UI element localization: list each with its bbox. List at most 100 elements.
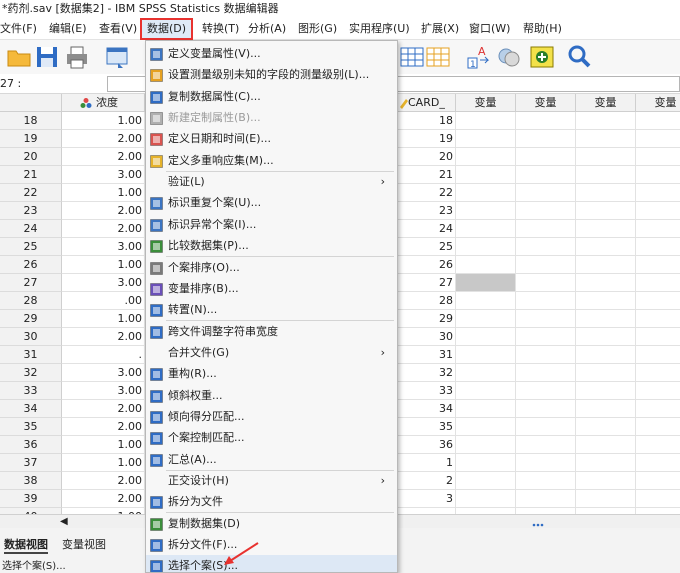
menu-item[interactable]: 复制数据集(D) xyxy=(146,513,397,534)
table-cell-card[interactable]: 32 xyxy=(398,364,456,382)
row-number[interactable]: 31 xyxy=(0,346,62,364)
table-cell-empty[interactable] xyxy=(516,436,576,454)
table-cell-empty[interactable] xyxy=(516,220,576,238)
table-cell-empty[interactable] xyxy=(636,472,680,490)
menu-view[interactable]: 查看(V) xyxy=(99,18,137,40)
menu-utilities[interactable]: 实用程序(U) xyxy=(349,18,410,40)
table-cell-card[interactable]: 30 xyxy=(398,328,456,346)
table-cell-empty[interactable] xyxy=(636,274,680,292)
table-cell-empty[interactable] xyxy=(456,382,516,400)
table-cell-empty[interactable] xyxy=(576,274,636,292)
table-cell-empty[interactable] xyxy=(576,292,636,310)
menu-edit[interactable]: 编辑(E) xyxy=(49,18,87,40)
table-cell-empty[interactable] xyxy=(456,490,516,508)
table-cell-empty[interactable] xyxy=(636,148,680,166)
table-cell-empty[interactable] xyxy=(636,400,680,418)
table-cell-card[interactable]: 26 xyxy=(398,256,456,274)
menu-item[interactable]: 拆分文件(F)... xyxy=(146,534,397,555)
menu-item[interactable]: 拆分为文件 xyxy=(146,491,397,512)
table-cell-empty[interactable] xyxy=(456,166,516,184)
table-cell-empty[interactable] xyxy=(636,202,680,220)
value-labels-icon[interactable]: A1 xyxy=(466,44,492,70)
open-folder-icon[interactable] xyxy=(6,44,32,70)
table-cell-empty[interactable] xyxy=(456,148,516,166)
table-cell-empty[interactable] xyxy=(576,184,636,202)
menu-item[interactable]: 设置测量级别未知的字段的测量级别(L)... xyxy=(146,64,397,85)
row-number[interactable]: 34 xyxy=(0,400,62,418)
table-cell-empty[interactable] xyxy=(576,490,636,508)
table-cell-empty[interactable] xyxy=(456,238,516,256)
menu-item[interactable]: 个案控制匹配... xyxy=(146,427,397,448)
menu-extensions[interactable]: 扩展(X) xyxy=(421,18,459,40)
table-cell-empty[interactable] xyxy=(516,166,576,184)
table-cell-empty[interactable] xyxy=(576,382,636,400)
table-cell-empty[interactable] xyxy=(456,418,516,436)
table-cell-concentration[interactable]: 3.00 xyxy=(62,382,145,400)
menu-item[interactable]: 重构(R)... xyxy=(146,363,397,384)
table-cell-concentration[interactable]: 3.00 xyxy=(62,238,145,256)
table-cell-empty[interactable] xyxy=(516,112,576,130)
table-cell-concentration[interactable]: 2.00 xyxy=(62,328,145,346)
print-icon[interactable] xyxy=(64,44,90,70)
table-cell-card[interactable]: 19 xyxy=(398,130,456,148)
menu-item[interactable]: 个案排序(O)... xyxy=(146,257,397,278)
table-cell-empty[interactable] xyxy=(636,364,680,382)
table-cell-empty[interactable] xyxy=(576,166,636,184)
table-cell-empty[interactable] xyxy=(576,148,636,166)
table-cell-concentration[interactable]: 2.00 xyxy=(62,202,145,220)
row-number[interactable]: 24 xyxy=(0,220,62,238)
table-cell-empty[interactable] xyxy=(636,238,680,256)
table-cell-card[interactable]: 35 xyxy=(398,418,456,436)
table-cell-empty[interactable] xyxy=(516,238,576,256)
table-cell-concentration[interactable]: 1.00 xyxy=(62,256,145,274)
menu-item[interactable]: 定义变量属性(V)... xyxy=(146,43,397,64)
table-cell-card[interactable]: 1 xyxy=(398,454,456,472)
table-cell-card[interactable]: 25 xyxy=(398,238,456,256)
row-number[interactable]: 23 xyxy=(0,202,62,220)
table-cell-empty[interactable] xyxy=(456,130,516,148)
menu-item[interactable]: 验证(L) › xyxy=(146,171,397,192)
table-cell-empty[interactable] xyxy=(516,292,576,310)
table-cell-empty[interactable] xyxy=(456,274,516,292)
row-number[interactable]: 19 xyxy=(0,130,62,148)
table-cell-empty[interactable] xyxy=(576,256,636,274)
table-cell-card[interactable]: 36 xyxy=(398,436,456,454)
table-cell-empty[interactable] xyxy=(456,328,516,346)
row-number[interactable]: 38 xyxy=(0,472,62,490)
table-cell-empty[interactable] xyxy=(456,364,516,382)
table-cell-card[interactable]: 28 xyxy=(398,292,456,310)
table-cell-concentration[interactable]: 2.00 xyxy=(62,130,145,148)
table-cell-empty[interactable] xyxy=(516,454,576,472)
menu-item[interactable]: 合并文件(G) › xyxy=(146,342,397,363)
menu-item[interactable]: 复制数据属性(C)... xyxy=(146,86,397,107)
table-cell-card[interactable]: 22 xyxy=(398,184,456,202)
table-cell-empty[interactable] xyxy=(576,364,636,382)
menu-item[interactable]: 跨文件调整字符串宽度 xyxy=(146,321,397,342)
variables-grid-icon[interactable] xyxy=(399,44,425,70)
table-cell-empty[interactable] xyxy=(516,130,576,148)
table-cell-card[interactable]: 18 xyxy=(398,112,456,130)
row-number[interactable]: 28 xyxy=(0,292,62,310)
table-cell-empty[interactable] xyxy=(636,166,680,184)
row-number[interactable]: 22 xyxy=(0,184,62,202)
row-number[interactable]: 36 xyxy=(0,436,62,454)
row-number[interactable]: 26 xyxy=(0,256,62,274)
menu-graphs[interactable]: 图形(G) xyxy=(298,18,337,40)
table-cell-empty[interactable] xyxy=(576,346,636,364)
table-cell-concentration[interactable]: 3.00 xyxy=(62,364,145,382)
table-cell-empty[interactable] xyxy=(456,202,516,220)
row-number[interactable]: 30 xyxy=(0,328,62,346)
table-cell-empty[interactable] xyxy=(636,328,680,346)
table-cell-empty[interactable] xyxy=(636,310,680,328)
menu-analyze[interactable]: 分析(A) xyxy=(248,18,286,40)
table-cell-empty[interactable] xyxy=(576,130,636,148)
table-cell-concentration[interactable]: 1.00 xyxy=(62,454,145,472)
table-cell-concentration[interactable]: 2.00 xyxy=(62,400,145,418)
table-cell-concentration[interactable]: 2.00 xyxy=(62,472,145,490)
table-cell-concentration[interactable]: 3.00 xyxy=(62,274,145,292)
table-cell-card[interactable]: 23 xyxy=(398,202,456,220)
table-cell-empty[interactable] xyxy=(516,490,576,508)
table-cell-empty[interactable] xyxy=(516,310,576,328)
menu-item[interactable]: 正交设计(H) › xyxy=(146,470,397,491)
row-number[interactable]: 39 xyxy=(0,490,62,508)
